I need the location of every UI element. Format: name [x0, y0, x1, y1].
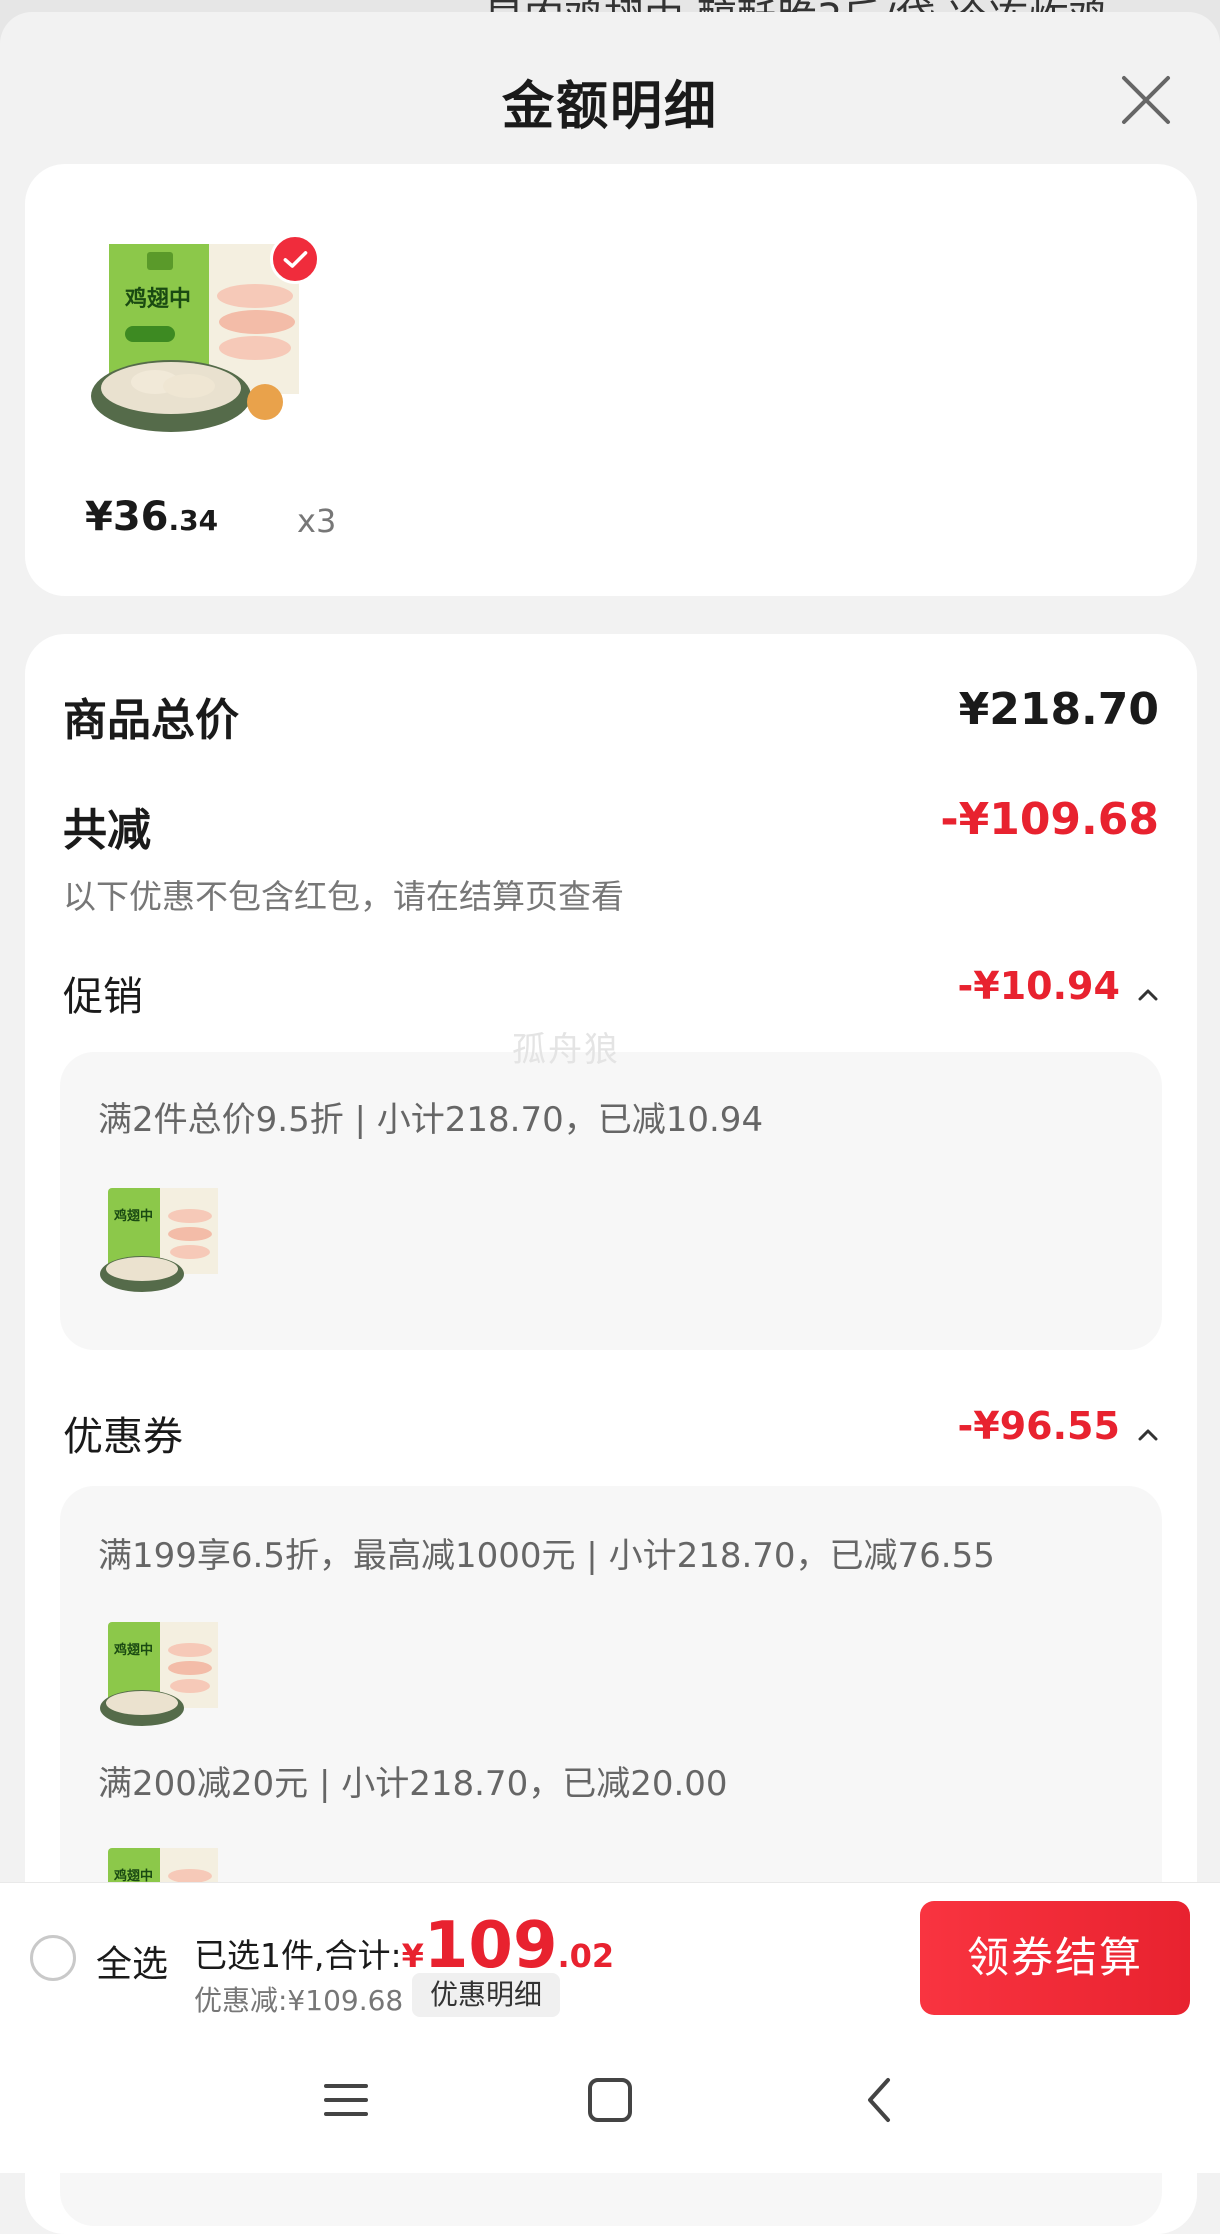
chevron-up-icon — [1138, 989, 1158, 1000]
coupon-label: 优惠券 — [63, 1414, 183, 1460]
amount-detail-sheet: 金额明细 鸡翅中 ¥36.34 x3 商品总价 ¥218.70 共减 -¥109… — [0, 12, 1220, 2234]
coupon-rule-2: 满200减20元 | 小计218.70，已减20.00 — [98, 1764, 728, 1804]
discount-detail-button[interactable]: 优惠明细 — [412, 1973, 561, 2017]
thumb-label: 鸡翅中 — [113, 1642, 153, 1658]
discount-note: 以下优惠不包含红包，请在结算页查看 — [63, 877, 624, 916]
discount-label: 共减 — [63, 805, 151, 856]
checkout-button[interactable]: 领券结算 — [920, 1901, 1190, 2015]
thumb-label: 鸡翅中 — [113, 1208, 153, 1224]
total-label: 商品总价 — [63, 695, 239, 746]
menu-icon[interactable] — [322, 2076, 370, 2124]
product-card: 鸡翅中 ¥36.34 x3 — [25, 164, 1197, 596]
unit-price: ¥36.34 — [85, 494, 218, 540]
total-value: ¥218.70 — [958, 684, 1159, 735]
close-icon[interactable] — [1118, 72, 1174, 128]
unit-price-main: ¥36 — [85, 494, 169, 540]
promo-box: 满2件总价9.5折 | 小计218.70，已减10.94 鸡翅中 — [60, 1052, 1162, 1350]
summary-total-dec: .02 — [557, 1937, 615, 1975]
system-nav-bar — [0, 2032, 1220, 2173]
checkout-bar: 全选 已选1件,合计:¥109.02 优惠减:¥109.68 优惠明细 领券结算 — [0, 1882, 1220, 2033]
coupon-value: -¥96.55 — [957, 1404, 1120, 1448]
discount-value: -¥109.68 — [940, 794, 1159, 845]
check-icon — [270, 234, 320, 284]
home-square-icon[interactable] — [586, 2076, 634, 2124]
summary-total-int: 109 — [423, 1909, 558, 1983]
sheet-title: 金额明细 — [501, 77, 718, 137]
package-label: 鸡翅中 — [124, 286, 191, 312]
promo-product-thumb: 鸡翅中 — [100, 1188, 218, 1292]
promo-rule: 满2件总价9.5折 | 小计218.70，已减10.94 — [98, 1100, 764, 1140]
summary-prefix: 已选1件,合计: — [194, 1936, 402, 1975]
select-all-label[interactable]: 全选 — [96, 1935, 168, 1987]
coupon-product-thumb: 鸡翅中 — [100, 1622, 218, 1726]
back-icon[interactable] — [856, 2076, 904, 2124]
promo-value: -¥10.94 — [957, 964, 1120, 1008]
coupon-toggle[interactable]: -¥96.55 — [957, 1404, 1159, 1448]
summary-yen: ¥ — [401, 1937, 424, 1975]
unit-price-decimal: .34 — [168, 504, 219, 537]
quantity: x3 — [297, 502, 337, 540]
coupon-rule-1: 满199享6.5折，最高减1000元 | 小计218.70，已减76.55 — [98, 1536, 995, 1576]
saved-amount: 优惠减:¥109.68 — [194, 1984, 404, 2017]
order-summary: 已选1件,合计:¥109.02 — [194, 1909, 614, 1983]
promo-toggle[interactable]: -¥10.94 — [957, 964, 1159, 1008]
promo-label: 促销 — [63, 974, 143, 1020]
chevron-up-icon — [1138, 1429, 1158, 1440]
watermark: 孤舟狼 — [512, 1030, 620, 1070]
select-all-radio[interactable] — [30, 1935, 76, 1981]
